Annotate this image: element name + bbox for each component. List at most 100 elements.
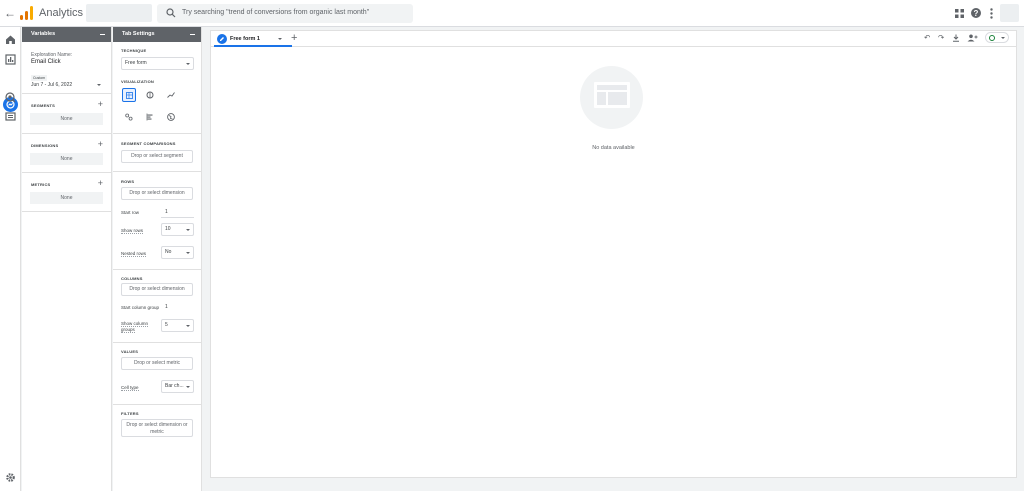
filters-drop-text-2: metric xyxy=(150,429,164,435)
check-circle-icon xyxy=(989,35,995,41)
chevron-down-icon xyxy=(186,63,190,65)
more-vert-icon[interactable] xyxy=(990,8,993,19)
line-viz-button[interactable] xyxy=(164,88,178,102)
add-dimension-plus-icon[interactable]: + xyxy=(98,140,103,149)
tab-settings-panel: Tab Settings TECHNIQUE Free form VISUALI… xyxy=(113,27,202,491)
technique-section: TECHNIQUE Free form xyxy=(113,42,201,75)
empty-table-icon xyxy=(594,82,630,108)
tab-free-form-1[interactable]: Free form 1 xyxy=(214,31,292,47)
start-column-group-label: Start column group xyxy=(121,305,160,310)
segments-section: SEGMENTS + None xyxy=(22,94,111,134)
start-row-input[interactable]: 1 xyxy=(165,209,168,215)
show-rows-select[interactable]: 10 xyxy=(161,223,194,236)
app-title: Analytics xyxy=(39,7,84,19)
filters-drop-target[interactable]: Drop or select dimension or metric xyxy=(121,419,193,437)
filters-section: FILTERS Drop or select dimension or metr… xyxy=(113,405,201,440)
free-form-tab-icon xyxy=(217,34,227,44)
advertising-icon[interactable] xyxy=(5,92,16,103)
segments-label: SEGMENTS xyxy=(31,103,56,108)
geo-map-viz-button[interactable] xyxy=(164,110,178,124)
segments-empty: None xyxy=(30,113,103,125)
status-dropdown[interactable] xyxy=(985,32,1009,43)
nested-rows-select[interactable]: No xyxy=(161,246,194,259)
chevron-down-icon xyxy=(186,325,190,327)
scatter-viz-button[interactable] xyxy=(122,110,136,124)
reports-icon[interactable] xyxy=(5,54,16,65)
columns-section: COLUMNS Drop or select dimension Start c… xyxy=(113,270,201,343)
top-bar: ← Analytics Try searching "trend of conv… xyxy=(0,0,1024,27)
technique-value: Free form xyxy=(125,60,147,66)
values-drop-target[interactable]: Drop or select metric xyxy=(121,357,193,370)
technique-select[interactable]: Free form xyxy=(121,57,194,70)
rows-drop-target[interactable]: Drop or select dimension xyxy=(121,187,193,200)
help-icon[interactable]: ? xyxy=(971,8,981,18)
segment-drop-target[interactable]: Drop or select segment xyxy=(121,150,193,163)
dimensions-empty: None xyxy=(30,153,103,165)
metrics-label: METRICS xyxy=(31,182,51,187)
columns-drop-target[interactable]: Drop or select dimension xyxy=(121,283,193,296)
date-badge: Custom xyxy=(31,75,48,81)
analytics-logo-icon xyxy=(20,6,34,20)
undo-icon[interactable]: ↶ xyxy=(924,33,930,42)
donut-chart-icon xyxy=(146,91,154,99)
start-column-group-input[interactable]: 1 xyxy=(165,304,168,310)
columns-label: COLUMNS xyxy=(121,276,143,281)
minimize-icon[interactable] xyxy=(100,34,105,35)
filters-label: FILTERS xyxy=(121,411,139,416)
donut-viz-button[interactable] xyxy=(143,88,157,102)
metrics-empty: None xyxy=(30,192,103,204)
rows-label: ROWS xyxy=(121,179,135,184)
exploration-name[interactable]: Email Click xyxy=(31,59,61,65)
show-column-groups-select[interactable]: 5 xyxy=(161,319,194,332)
back-arrow-icon[interactable]: ← xyxy=(4,6,16,20)
account-selector[interactable] xyxy=(86,4,152,22)
tab-label: Free form 1 xyxy=(230,36,260,42)
exploration-canvas: Free form 1 + ↶ ↷ No data available xyxy=(210,30,1017,478)
search-placeholder: Try searching "trend of conversions from… xyxy=(182,9,370,16)
date-range[interactable]: Jun 7 - Jul 6, 2022 xyxy=(31,82,72,88)
scatter-plot-icon xyxy=(125,113,133,121)
tab-settings-title: Tab Settings xyxy=(122,31,155,37)
cell-type-select[interactable]: Bar ch... xyxy=(161,380,194,393)
search-icon xyxy=(166,8,176,18)
date-chevron-down-icon[interactable] xyxy=(97,84,101,86)
metrics-section: METRICS + None xyxy=(22,173,111,212)
apps-grid-icon[interactable] xyxy=(955,9,964,18)
svg-text:?: ? xyxy=(974,9,979,18)
tab-chevron-down-icon[interactable] xyxy=(278,38,282,40)
show-column-groups-value: 5 xyxy=(165,322,168,328)
technique-label: TECHNIQUE xyxy=(121,48,147,53)
cell-type-label: Cell type xyxy=(121,385,139,391)
show-column-groups-label-2: groups xyxy=(121,327,135,333)
share-user-icon[interactable] xyxy=(967,34,978,42)
avatar[interactable] xyxy=(1000,4,1019,22)
pencil-icon xyxy=(220,37,224,41)
variables-panel: Variables Exploration Name: Email Click … xyxy=(22,27,112,491)
add-segment-plus-icon[interactable]: + xyxy=(98,100,103,109)
home-icon[interactable] xyxy=(5,34,16,45)
show-rows-label: Show rows xyxy=(121,228,144,234)
settings-gear-icon[interactable] xyxy=(5,472,16,483)
download-icon[interactable] xyxy=(952,34,960,42)
configure-icon[interactable] xyxy=(5,111,16,122)
bar-viz-button[interactable] xyxy=(143,110,157,124)
minimize-icon[interactable] xyxy=(190,34,195,35)
exploration-details: Exploration Name: Email Click Custom Jun… xyxy=(22,42,111,94)
redo-icon[interactable]: ↷ xyxy=(938,33,944,42)
add-metric-plus-icon[interactable]: + xyxy=(98,179,103,188)
left-nav-rail xyxy=(0,27,21,491)
table-viz-button[interactable] xyxy=(122,88,136,102)
segment-comparisons-section: SEGMENT COMPARISONS Drop or select segme… xyxy=(113,134,201,172)
chevron-down-icon xyxy=(186,229,190,231)
nested-rows-label: Nested rows xyxy=(121,251,147,257)
add-tab-plus-icon[interactable]: + xyxy=(291,32,297,44)
search-bar[interactable]: Try searching "trend of conversions from… xyxy=(157,4,413,23)
start-row-label: Start row xyxy=(121,210,140,215)
visualization-section: VISUALIZATION xyxy=(113,75,201,134)
no-data-message: No data available xyxy=(592,145,635,151)
dimensions-label: DIMENSIONS xyxy=(31,143,59,148)
start-row-underline xyxy=(161,217,194,218)
filters-drop-text-1: Drop or select dimension or xyxy=(126,422,188,428)
tab-settings-header: Tab Settings xyxy=(113,27,201,42)
values-section: VALUES Drop or select metric Cell type B… xyxy=(113,343,201,405)
